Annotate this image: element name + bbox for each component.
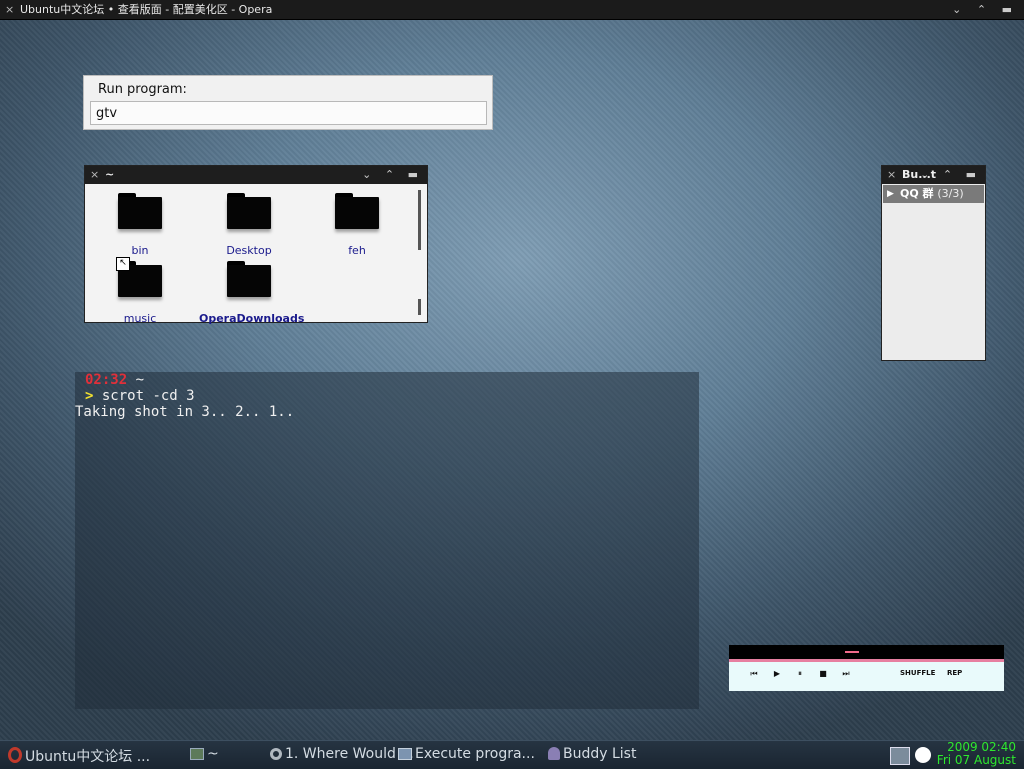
buddy-group-qq[interactable]: ▶ QQ 群 (3/3)	[883, 185, 984, 203]
folder-feh[interactable]: feh	[307, 193, 407, 257]
taskbar: Ubuntu中文论坛 ... ~ 1. Where Would ... Exec…	[0, 740, 1024, 769]
buddy-list-title-bar[interactable]: × Bu...t ⌄ ⌃ ▬	[882, 166, 985, 184]
stop-icon[interactable]: ■	[816, 667, 830, 681]
folder-operadownloads[interactable]: OperaDownloads	[199, 261, 305, 325]
terminal-prompt-symbol: >	[85, 388, 94, 404]
clock[interactable]: 2009 02:40 Fri 07 August	[937, 741, 1016, 767]
close-icon[interactable]: ×	[90, 166, 99, 184]
task-file-manager[interactable]: ~	[190, 746, 219, 762]
close-icon[interactable]: ×	[887, 166, 896, 184]
task-opera[interactable]: Ubuntu中文论坛 ...	[8, 746, 150, 766]
opera-title-bar: × Ubuntu中文论坛 • 查看版面 - 配置美化区 - Opera ⌄ ⌃ …	[0, 0, 1024, 20]
buddy-group-label: QQ 群 (3/3)	[900, 185, 964, 203]
clock-date: Fri 07 August	[936, 753, 1016, 767]
task-label: Buddy List	[563, 746, 637, 762]
folder-icon	[227, 193, 271, 231]
player-position-indicator[interactable]	[845, 651, 859, 653]
file-manager-title-bar[interactable]: × ~ ⌄ ⌃ ▬	[85, 166, 427, 184]
folder-desktop[interactable]: Desktop	[199, 193, 299, 257]
buddy-list-window: × Bu...t ⌄ ⌃ ▬ ▶ QQ 群 (3/3)	[881, 165, 986, 361]
previous-icon[interactable]: ⏮	[747, 667, 761, 681]
pidgin-icon	[548, 747, 560, 760]
terminal-command-line: > scrot -cd 3	[85, 388, 195, 404]
file-manager-title: ~	[105, 168, 115, 181]
terminal-window[interactable]: 02:32 ~ > scrot -cd 3 Taking shot in 3..…	[75, 372, 699, 709]
pause-icon[interactable]: ⏸	[793, 667, 807, 681]
folder-icon	[118, 193, 162, 231]
task-buddy-list[interactable]: Buddy List	[548, 746, 636, 762]
media-player: ⏮ ▶ ⏸ ■ ⏭ SHUFFLE REP	[729, 645, 1004, 691]
window-title: Ubuntu中文论坛 • 查看版面 - 配置美化区 - Opera	[20, 3, 273, 16]
window-controls[interactable]: ⌄ ⌃ ▬	[920, 166, 981, 184]
disc-icon	[270, 748, 282, 760]
opera-icon	[8, 747, 22, 763]
player-seek-bar[interactable]	[729, 659, 1004, 662]
task-label: ~	[207, 746, 219, 762]
buddy-group-name: QQ 群	[900, 187, 934, 200]
scrollbar-thumb[interactable]	[418, 190, 421, 250]
terminal-output: Taking shot in 3.. 2.. 1..	[75, 404, 295, 420]
scrollbar-lower[interactable]	[418, 299, 421, 315]
folder-icon: ↖	[116, 257, 162, 299]
file-manager-window: × ~ ⌄ ⌃ ▬ bin Desktop feh ↖ music OperaD…	[84, 165, 428, 325]
run-program-dialog: Run program:	[83, 75, 493, 130]
folder-music[interactable]: ↖ music	[90, 257, 190, 325]
window-controls[interactable]: ⌄ ⌃ ▬	[952, 0, 1018, 19]
terminal-time: 02:32	[85, 372, 128, 388]
folder-bin[interactable]: bin	[90, 193, 190, 257]
symlink-icon: ↖	[116, 257, 130, 271]
folder-label: OperaDownloads	[199, 312, 305, 325]
folder-label: bin	[131, 244, 149, 257]
run-program-input[interactable]	[90, 101, 487, 125]
terminal-prompt-line: 02:32 ~	[85, 372, 144, 388]
buddy-group-count: (3/3)	[937, 187, 964, 200]
task-label: Execute progra...	[415, 746, 535, 762]
task-media-player[interactable]: 1. Where Would ...	[270, 746, 414, 762]
terminal-command: scrot -cd 3	[101, 388, 195, 404]
play-icon[interactable]: ▶	[770, 667, 784, 681]
window-icon	[398, 748, 412, 760]
task-label: 1. Where Would ...	[285, 746, 414, 762]
window-controls[interactable]: ⌄ ⌃ ▬	[362, 166, 423, 184]
player-header[interactable]	[729, 646, 1004, 659]
expand-triangle-icon[interactable]: ▶	[887, 185, 894, 203]
close-icon[interactable]: ×	[5, 0, 14, 19]
folder-label: feh	[348, 244, 366, 257]
image-icon	[190, 748, 204, 760]
folder-label: music	[123, 312, 157, 325]
folder-label: Desktop	[226, 244, 272, 257]
folder-icon	[335, 193, 379, 231]
terminal-cwd: ~	[135, 372, 145, 388]
next-icon[interactable]: ⏭	[839, 667, 853, 681]
network-tray-icon[interactable]	[890, 747, 910, 765]
repeat-button[interactable]: REP	[947, 669, 962, 677]
folder-icon	[227, 261, 271, 299]
amarok-tray-icon[interactable]	[915, 747, 931, 763]
run-program-label: Run program:	[98, 82, 187, 97]
task-execute-program[interactable]: Execute progra...	[398, 746, 535, 762]
shuffle-button[interactable]: SHUFFLE	[900, 669, 935, 677]
task-label: Ubuntu中文论坛 ...	[25, 749, 151, 765]
